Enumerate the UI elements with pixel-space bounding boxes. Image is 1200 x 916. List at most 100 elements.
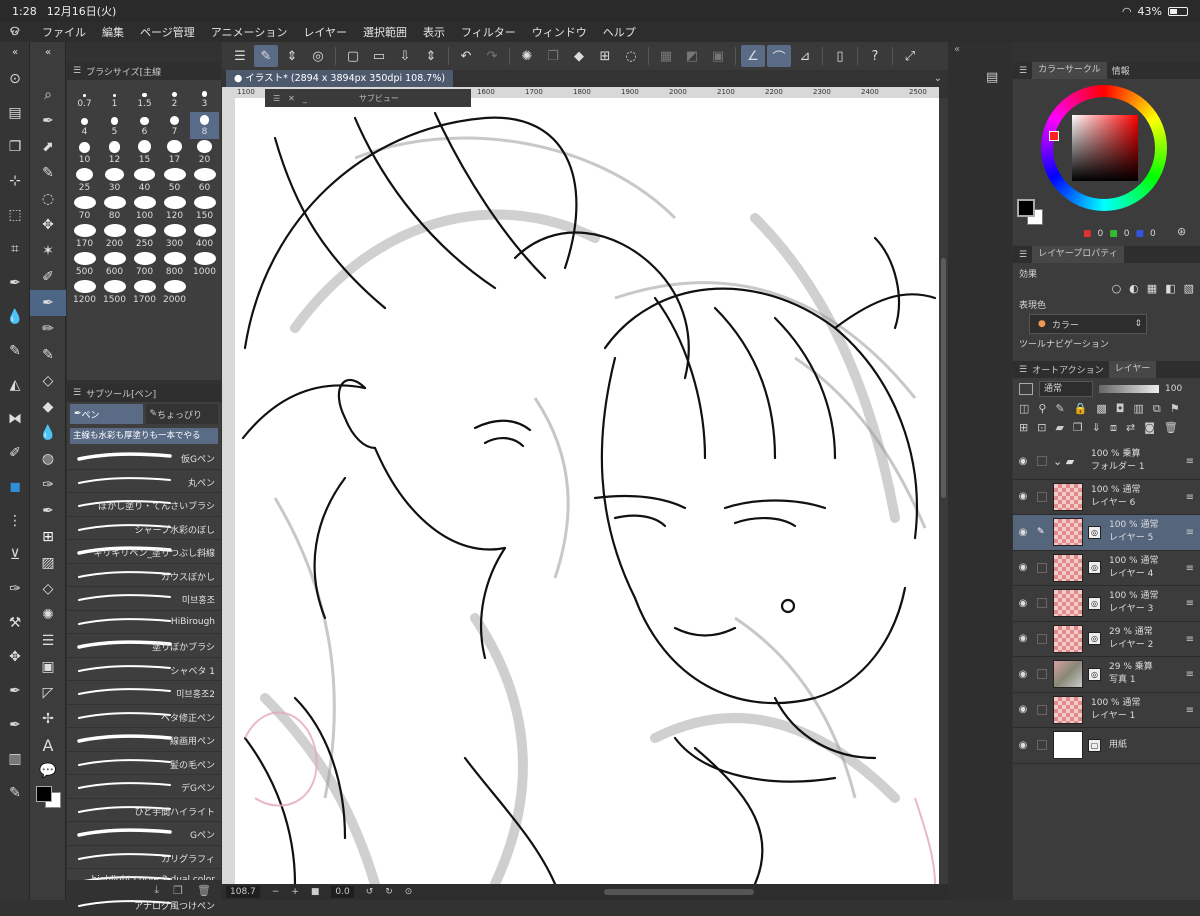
transform-icon[interactable]: ⊞ <box>593 45 617 67</box>
brush-size-0_7[interactable]: 0.7 <box>70 84 99 111</box>
main-color-swatch[interactable] <box>36 786 52 802</box>
copy-layer-icon[interactable]: ❐ <box>1073 421 1083 435</box>
minimize-icon[interactable]: _ <box>303 94 307 103</box>
pen-icon-left-4[interactable]: ✎ <box>0 776 30 810</box>
color-swatch[interactable] <box>30 784 66 814</box>
menu-window[interactable]: ウィンドウ <box>524 24 595 40</box>
tab-pen[interactable]: ✒ ペン <box>70 404 143 424</box>
brush-size-250[interactable]: 250 <box>130 224 159 251</box>
marker-icon[interactable]: ✑ <box>0 572 30 606</box>
select-icon[interactable]: ⊹ <box>0 164 30 198</box>
panel-collapse-icon[interactable]: « <box>0 42 30 62</box>
pen-tool-icon-2[interactable]: ✎ <box>30 160 66 186</box>
menu-page[interactable]: ページ管理 <box>132 24 203 40</box>
layer-checkbox[interactable] <box>1037 705 1047 715</box>
tab-color-circle[interactable]: カラーサークル <box>1032 62 1107 79</box>
subview-panel[interactable]: ☰ ✕ _ サブビュー <box>265 89 471 107</box>
brush-size-70[interactable]: 70 <box>70 196 99 223</box>
magnifier-icon[interactable]: ⌕ <box>30 82 66 108</box>
lasso-icon[interactable]: ◌ <box>619 45 643 67</box>
layer-menu-icon[interactable]: ≡ <box>1186 598 1194 609</box>
layer-checkbox[interactable] <box>1037 740 1047 750</box>
tab-choppiri[interactable]: ✎ ちょっぴり <box>146 404 219 424</box>
brush-size-3[interactable]: 3 <box>190 84 219 111</box>
brush-size-200[interactable]: 200 <box>100 224 129 251</box>
layer-checkbox[interactable] <box>1037 598 1047 608</box>
blue-tool-icon[interactable]: ◼ <box>0 470 30 504</box>
layer-color-icon[interactable]: ◧ <box>1165 282 1175 295</box>
pen-icon-left-2[interactable]: ✒ <box>0 674 30 708</box>
brush-item[interactable]: シャベタ 1 <box>67 658 221 682</box>
brush-size-170[interactable]: 170 <box>70 224 99 251</box>
gradient-tool-icon[interactable]: ▨ <box>30 550 66 576</box>
subtool-description[interactable]: 主線も水彩も厚塗りも一本でやる <box>70 428 218 444</box>
brush-size-300[interactable]: 300 <box>160 224 189 251</box>
brush-size-50[interactable]: 50 <box>160 168 189 195</box>
rotate-right-icon[interactable]: ↻ <box>385 887 393 897</box>
draft-icon[interactable]: ✎ <box>1055 402 1064 416</box>
layer-row[interactable]: ◉◎100 % 通常レイヤー 4≡ <box>1013 551 1200 587</box>
marker-tool-icon[interactable]: ✑ <box>30 472 66 498</box>
menu-view[interactable]: 表示 <box>415 24 453 40</box>
redo-icon[interactable]: ↷ <box>480 45 504 67</box>
menu-icon[interactable]: ☰ <box>73 388 81 398</box>
reference-icon[interactable]: ⚲ <box>1038 402 1046 416</box>
object-select-icon[interactable]: ⬈ <box>30 134 66 160</box>
lock-alpha-icon[interactable]: ▩ <box>1096 402 1106 416</box>
pencil-tool-icon[interactable]: ✏ <box>30 316 66 342</box>
document-tab[interactable]: ● イラスト* (2894 x 3894px 350dpi 108.7%) <box>226 70 453 87</box>
menu-selection[interactable]: 選択範囲 <box>355 24 415 40</box>
layer-row[interactable]: ◉◎100 % 通常レイヤー 3≡ <box>1013 586 1200 622</box>
layer-type-icon[interactable] <box>1019 383 1033 395</box>
tone-icon[interactable]: ◩ <box>680 45 704 67</box>
open-folder-icon[interactable]: ▭ <box>367 45 391 67</box>
menu-animation[interactable]: アニメーション <box>203 24 296 40</box>
rotate-left-icon[interactable]: ↺ <box>366 887 374 897</box>
brush-tool-icon[interactable]: ✎ <box>30 342 66 368</box>
eye-icon[interactable]: ◉ <box>1013 598 1033 609</box>
brush-size-17[interactable]: 17 <box>160 140 189 167</box>
brush-size-20[interactable]: 20 <box>190 140 219 167</box>
layer-row[interactable]: ◉100 % 通常レイヤー 6≡ <box>1013 480 1200 516</box>
layer-row[interactable]: ◉100 % 通常レイヤー 1≡ <box>1013 693 1200 729</box>
mask-icon[interactable]: ◘ <box>1116 402 1125 416</box>
brush-size-500[interactable]: 500 <box>70 252 99 279</box>
brush-size-1500[interactable]: 1500 <box>100 280 129 307</box>
stop-icon[interactable]: ■ <box>311 887 320 897</box>
layer-menu-icon[interactable]: ≡ <box>1186 669 1194 680</box>
tone-effect-icon[interactable]: ▦ <box>1147 282 1157 295</box>
layer-row[interactable]: ◉✎◎100 % 通常レイヤー 5≡ <box>1013 515 1200 551</box>
brush-item[interactable]: ベタ修正ペン <box>67 705 221 729</box>
new-vector-icon[interactable]: ⊡ <box>1037 421 1046 435</box>
zoom-in-icon[interactable]: + <box>291 887 299 897</box>
display-color-select[interactable]: ● カラー ⇕ <box>1029 314 1147 334</box>
brush-size-12[interactable]: 12 <box>100 140 129 167</box>
eraser-icon-left[interactable]: ✐ <box>0 436 30 470</box>
ruler-snap-icon[interactable]: ∠ <box>741 45 765 67</box>
layer-menu-icon[interactable]: ≡ <box>1186 563 1194 574</box>
menu-icon[interactable]: ☰ <box>1019 365 1027 375</box>
duplicate-icon[interactable]: ❐ <box>173 884 183 897</box>
mirror-icon[interactable]: ⧓ <box>0 402 30 436</box>
zoom-out-icon[interactable]: − <box>272 887 280 897</box>
brush-size-1_5[interactable]: 1.5 <box>130 84 159 111</box>
pin-icon[interactable]: ⚑ <box>1170 402 1180 416</box>
spray-icon[interactable]: ⋮ <box>0 504 30 538</box>
brush-item[interactable]: 塗りぼかブラシ <box>67 634 221 658</box>
copy-icon-left[interactable]: ❐ <box>0 130 30 164</box>
drops-tool-icon[interactable]: 💧 <box>30 420 66 446</box>
brush-item[interactable]: デGペン <box>67 775 221 799</box>
brush-item[interactable]: 仮Gペン <box>67 446 221 470</box>
wrench-icon[interactable]: ⚒ <box>0 606 30 640</box>
hue-picker[interactable] <box>1049 131 1059 141</box>
merge-down-icon[interactable]: ⇓ <box>1092 421 1101 435</box>
layer-checkbox[interactable] <box>1037 634 1047 644</box>
brush-item[interactable]: 미브홍조 <box>67 587 221 611</box>
grid-icon[interactable]: ▦ <box>654 45 678 67</box>
main-color-box[interactable] <box>1017 199 1035 217</box>
canvas-vertical-scrollbar[interactable] <box>939 98 948 884</box>
brush-size-4[interactable]: 4 <box>70 112 99 139</box>
new-folder-icon[interactable]: ▰ <box>1055 421 1063 435</box>
layer-row[interactable]: ◉▢用紙 <box>1013 728 1200 764</box>
brush-size-1700[interactable]: 1700 <box>130 280 159 307</box>
